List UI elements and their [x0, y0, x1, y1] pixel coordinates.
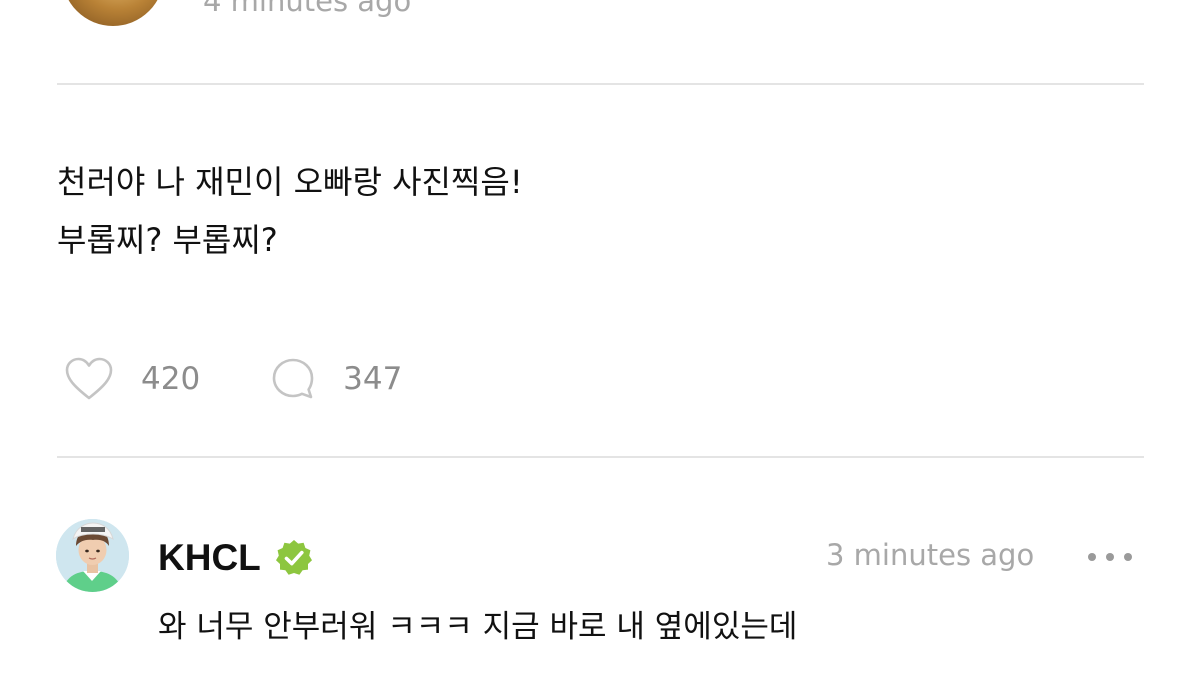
divider	[57, 456, 1144, 458]
heart-icon	[65, 357, 113, 400]
commenter-info: KHCL	[158, 533, 313, 583]
commenter-avatar-image	[56, 519, 129, 592]
verified-badge-icon	[275, 540, 312, 575]
like-count: 420	[141, 361, 201, 397]
like-button[interactable]: 420	[64, 356, 200, 402]
post-stats: 420 347	[64, 354, 402, 404]
comment-button[interactable]: 347	[270, 356, 402, 402]
previous-post-timestamp: 4 minutes ago	[203, 0, 412, 18]
post-line: 부롭찌? 부롭찌?	[57, 221, 278, 259]
post-body: 천러야 나 재민이 오빠랑 사진찍음! 부롭찌? 부롭찌?	[57, 153, 523, 269]
divider	[57, 83, 1144, 85]
commenter-username[interactable]: KHCL	[158, 537, 261, 579]
comment-count: 347	[343, 361, 403, 397]
comment-text: 와 너무 안부러워 ㅋㅋㅋ 지금 바로 내 옆에있는데	[158, 609, 798, 645]
more-horizontal-icon[interactable]	[1086, 545, 1134, 569]
commenter-avatar[interactable]	[56, 519, 129, 592]
post-line: 천러야 나 재민이 오빠랑 사진찍음!	[57, 163, 523, 201]
comment-timestamp: 3 minutes ago	[826, 538, 1035, 572]
comment-bubble-icon	[272, 358, 314, 399]
previous-post-avatar[interactable]	[62, 0, 164, 26]
